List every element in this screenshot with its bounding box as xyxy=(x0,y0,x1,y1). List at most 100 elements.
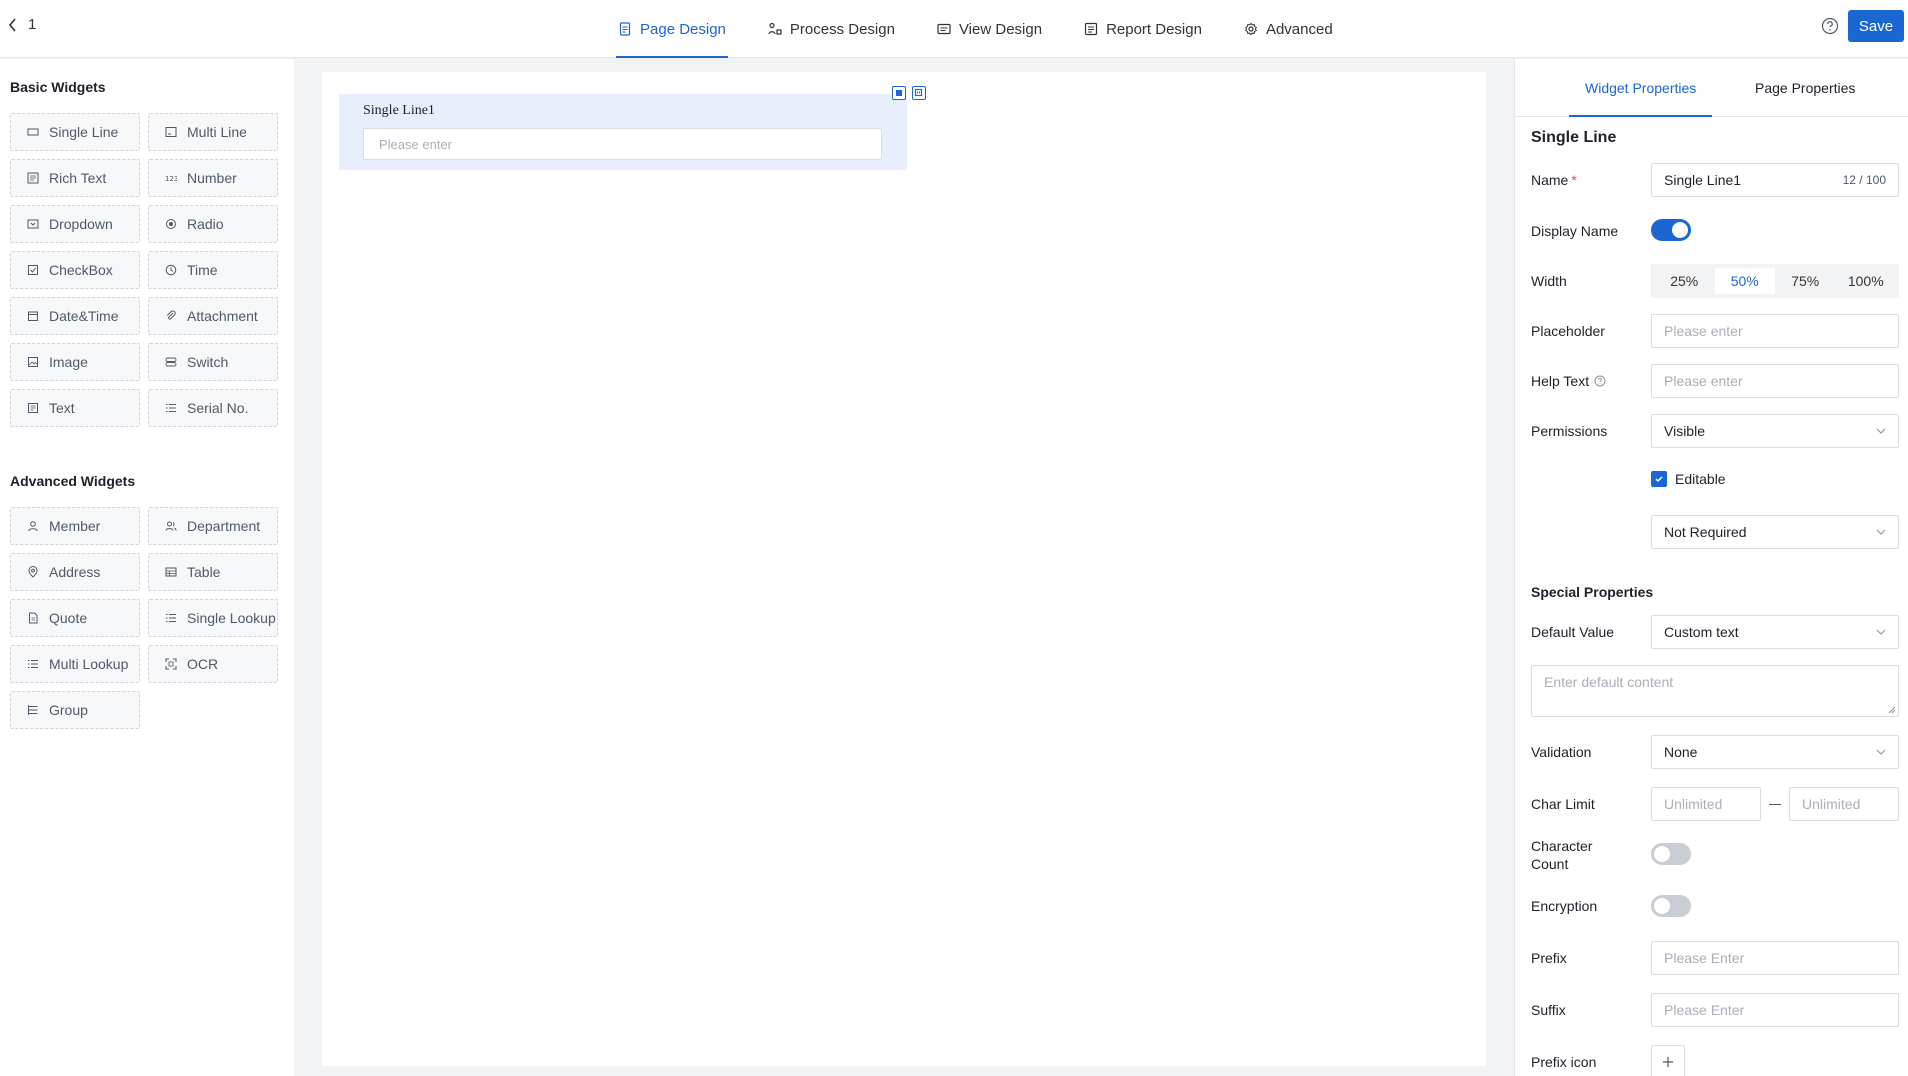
char-limit-max-input[interactable]: Unlimited xyxy=(1789,787,1899,821)
scan-icon xyxy=(165,658,177,670)
widget-number[interactable]: 123 Number xyxy=(148,159,278,197)
widget-label: OCR xyxy=(187,656,219,672)
single-line-icon xyxy=(27,128,39,136)
widget-switch[interactable]: Switch xyxy=(148,343,278,381)
encryption-toggle[interactable] xyxy=(1651,895,1691,917)
display-name-toggle[interactable] xyxy=(1651,219,1691,241)
paperclip-icon xyxy=(166,310,176,320)
number-icon: 123 xyxy=(165,175,177,183)
advanced-widgets-title: Advanced Widgets xyxy=(10,473,136,489)
widget-label: Number xyxy=(187,170,237,186)
default-value-select[interactable]: Custom text xyxy=(1651,615,1899,649)
tab-view-design[interactable]: View Design xyxy=(935,0,1044,58)
widget-time[interactable]: Time xyxy=(148,251,278,289)
add-prefix-icon-button[interactable] xyxy=(1651,1045,1685,1076)
widget-quote[interactable]: Quote xyxy=(10,599,140,637)
width-option-100[interactable]: 100% xyxy=(1836,268,1897,294)
width-option-50[interactable]: 50% xyxy=(1714,268,1775,294)
copy-icon xyxy=(896,90,902,96)
tab-process-design[interactable]: Process Design xyxy=(766,0,897,58)
widget-ocr[interactable]: OCR xyxy=(148,645,278,683)
widget-multi-lookup[interactable]: Multi Lookup xyxy=(10,645,140,683)
width-option-75[interactable]: 75% xyxy=(1775,268,1836,294)
help-text-input[interactable]: Please enter xyxy=(1651,364,1899,398)
validation-select[interactable]: None xyxy=(1651,735,1899,769)
prefix-label: Prefix xyxy=(1531,950,1567,966)
required-select[interactable]: Not Required xyxy=(1651,515,1899,549)
help-icon[interactable] xyxy=(1821,17,1839,35)
field-preview-input[interactable] xyxy=(363,128,882,160)
tab-advanced[interactable]: Advanced xyxy=(1242,0,1335,58)
tab-page-design[interactable]: Page Design xyxy=(616,0,728,58)
width-option-25[interactable]: 25% xyxy=(1654,268,1715,294)
tab-report-design[interactable]: Report Design xyxy=(1082,0,1204,58)
widget-label: Dropdown xyxy=(49,216,113,232)
widget-label: Switch xyxy=(187,354,229,370)
tab-widget-properties[interactable]: Widget Properties xyxy=(1568,59,1713,117)
editable-checkbox[interactable]: Editable xyxy=(1651,471,1726,487)
widget-dropdown[interactable]: Dropdown xyxy=(10,205,140,243)
calendar-icon xyxy=(28,311,38,321)
widget-rich-text[interactable]: Rich Text xyxy=(10,159,140,197)
widget-department[interactable]: Department xyxy=(148,507,278,545)
widget-group[interactable]: Group xyxy=(10,691,140,729)
checkbox-icon xyxy=(28,265,38,275)
editable-label: Editable xyxy=(1675,471,1726,487)
tab-label: Advanced xyxy=(1265,20,1333,38)
widget-label: Single Line xyxy=(49,124,119,140)
prefix-input[interactable]: Please Enter xyxy=(1651,941,1899,975)
toggle-knob xyxy=(1672,222,1688,238)
field-label: Single Line1 xyxy=(363,103,435,118)
permissions-label: Permissions xyxy=(1531,423,1608,439)
save-button[interactable]: Save xyxy=(1848,10,1904,42)
name-label-text: Name xyxy=(1531,172,1569,188)
name-input[interactable]: Single Line1 12 / 100 xyxy=(1651,163,1899,197)
image-icon xyxy=(28,357,38,367)
tab-label: Report Design xyxy=(1106,20,1202,38)
widget-member[interactable]: Member xyxy=(10,507,140,545)
widget-table[interactable]: Table xyxy=(148,553,278,591)
tab-page-properties[interactable]: Page Properties xyxy=(1755,59,1855,117)
required-value: Not Required xyxy=(1664,524,1747,540)
checkbox-checked-icon xyxy=(1651,471,1667,487)
widget-multi-line[interactable]: Multi Line xyxy=(148,113,278,151)
width-segmented-control: 25% 50% 75% 100% xyxy=(1651,264,1899,298)
encryption-label: Encryption xyxy=(1531,898,1598,914)
widget-single-line[interactable]: Single Line xyxy=(10,113,140,151)
widget-radio[interactable]: Radio xyxy=(148,205,278,243)
delete-field-button[interactable] xyxy=(912,86,926,100)
gear-icon xyxy=(1244,22,1257,36)
resize-handle-icon[interactable] xyxy=(1888,706,1896,714)
special-properties-title: Special Properties xyxy=(1531,584,1654,600)
widget-attachment[interactable]: Attachment xyxy=(148,297,278,335)
properties-panel: Widget Properties Page Properties Single… xyxy=(1514,59,1908,1076)
name-label: Name * xyxy=(1531,171,1577,189)
widget-date-time[interactable]: Date&Time xyxy=(10,297,140,335)
widget-checkbox[interactable]: CheckBox xyxy=(10,251,140,289)
char-limit-min-input[interactable]: Unlimited xyxy=(1651,787,1761,821)
char-count-toggle[interactable] xyxy=(1651,843,1691,865)
table-icon xyxy=(165,567,177,577)
suffix-input[interactable]: Please Enter xyxy=(1651,993,1899,1027)
selected-field-single-line[interactable]: Single Line1 xyxy=(339,86,926,170)
widget-address[interactable]: Address xyxy=(10,553,140,591)
back-button[interactable]: 1 xyxy=(8,16,36,33)
form-canvas: Single Line1 xyxy=(322,72,1486,1066)
quote-icon xyxy=(29,612,38,624)
copy-field-button[interactable] xyxy=(892,86,906,100)
placeholder-input[interactable]: Please enter xyxy=(1651,314,1899,348)
widget-single-lookup[interactable]: Single Lookup xyxy=(148,599,278,637)
widget-serial-no[interactable]: Serial No. xyxy=(148,389,278,427)
chevron-down-icon xyxy=(1876,749,1886,755)
range-separator xyxy=(1769,804,1781,805)
widget-label: Rich Text xyxy=(49,170,107,186)
switch-icon xyxy=(165,357,177,367)
svg-text:123: 123 xyxy=(165,175,177,183)
permissions-select[interactable]: Visible xyxy=(1651,414,1899,448)
widget-label: Department xyxy=(187,518,261,534)
widget-label: Quote xyxy=(49,610,88,626)
default-content-textarea[interactable]: Enter default content xyxy=(1531,665,1899,717)
widget-label: Multi Lookup xyxy=(49,656,129,672)
widget-text[interactable]: Text xyxy=(10,389,140,427)
widget-image[interactable]: Image xyxy=(10,343,140,381)
